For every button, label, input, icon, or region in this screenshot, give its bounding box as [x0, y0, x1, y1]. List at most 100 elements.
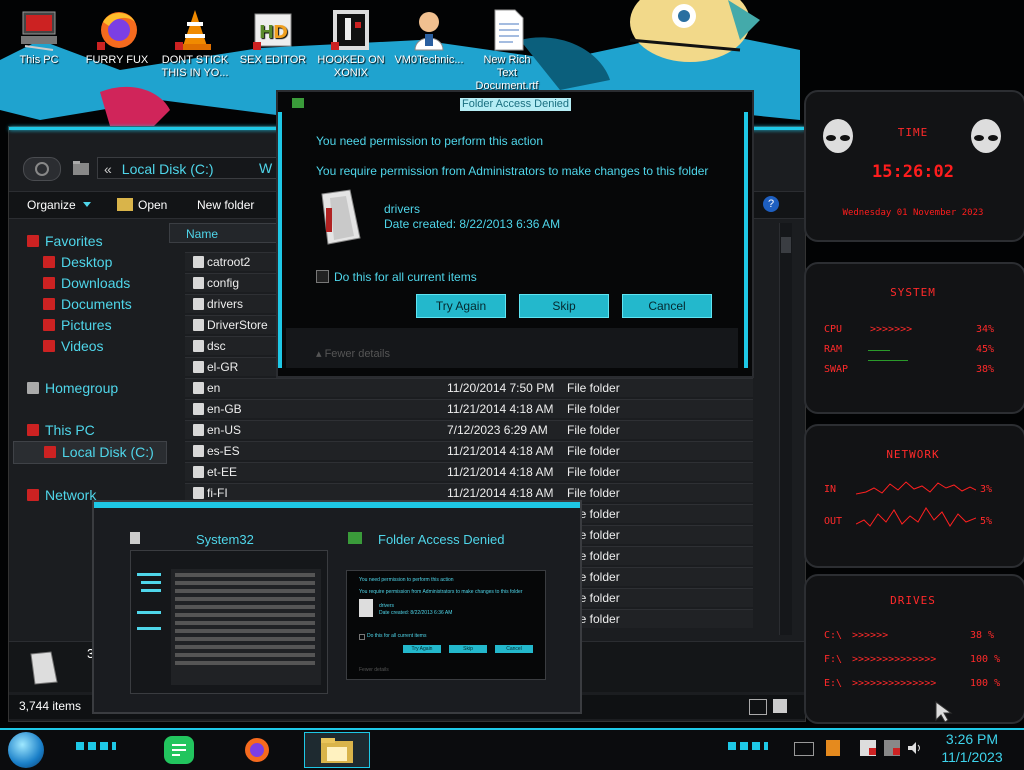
- ram-meter: [868, 350, 890, 351]
- table-row[interactable]: en 11/20/2014 7:50 PM File folder: [185, 378, 753, 397]
- desktop-icon-furry-fux[interactable]: FURRY FUX: [82, 8, 152, 67]
- folder-icon: [193, 424, 204, 436]
- drive-e-value: 100 %: [970, 678, 1001, 689]
- keyboard-icon[interactable]: [794, 742, 814, 756]
- nav-pictures[interactable]: Pictures: [27, 315, 167, 336]
- folder-icon: [71, 159, 91, 177]
- row-date: 11/21/2014 4:18 AM: [447, 465, 554, 479]
- drive-icon: [44, 446, 56, 458]
- table-row[interactable]: et-EE 11/21/2014 4:18 AM File folder: [185, 462, 753, 481]
- desktop-icon-vm0technic[interactable]: VM0Technic...: [394, 8, 464, 67]
- vertical-scrollbar[interactable]: [779, 223, 792, 635]
- nav-label: Documents: [61, 296, 132, 312]
- apply-all-label[interactable]: Do this for all current items: [334, 270, 477, 284]
- taskbar-firefox-icon[interactable]: [242, 736, 272, 764]
- status-item-count: 3,744 items: [19, 699, 82, 713]
- thumbnail-title-dialog[interactable]: Folder Access Denied: [378, 532, 504, 547]
- organize-button[interactable]: Organize: [27, 192, 76, 218]
- clock-date: 11/1/2023: [941, 749, 1003, 765]
- drive-f-value: 100 %: [970, 654, 1001, 665]
- hex-editor-icon: HD: [251, 8, 295, 52]
- mini-item-name: drivers: [379, 603, 395, 609]
- mini-checkbox-label: Do this for all current items: [367, 633, 427, 639]
- drive-e-meter: >>>>>>>>>>>>>>: [852, 678, 937, 689]
- apply-all-checkbox[interactable]: [316, 270, 329, 283]
- cancel-button[interactable]: Cancel: [622, 294, 712, 318]
- desktop-icon-label: This PC: [19, 54, 59, 66]
- app-notes-icon[interactable]: [164, 736, 194, 764]
- mini-cancel-button: Cancel: [495, 645, 533, 653]
- volume-icon[interactable]: [906, 740, 922, 756]
- nav-local-disk-selected[interactable]: Local Disk (C:): [13, 441, 167, 464]
- help-icon[interactable]: ?: [763, 196, 779, 212]
- open-button[interactable]: Open: [138, 192, 167, 218]
- large-icons-view-icon[interactable]: [773, 699, 787, 713]
- dialog-window-icon: [348, 532, 362, 544]
- desktop-icon-sex-editor[interactable]: HD SEX EDITOR: [238, 8, 308, 67]
- nav-desktop[interactable]: Desktop: [27, 252, 167, 273]
- nav-homegroup[interactable]: Homegroup: [27, 378, 167, 399]
- desktop-icon-rtf-document[interactable]: New Rich Text Document.rtf: [472, 8, 542, 93]
- row-type: File folder: [567, 444, 620, 458]
- row-name: drivers: [207, 297, 244, 311]
- net-in-label: IN: [824, 484, 837, 495]
- file-preview-icon: [29, 650, 59, 686]
- try-again-button[interactable]: Try Again: [416, 294, 506, 318]
- action-center-flag-icon[interactable]: [860, 740, 876, 756]
- gadget-clock: 15:26:02: [872, 162, 954, 182]
- gadget-date: Wednesday 01 November 2023: [842, 208, 984, 218]
- details-view-icon[interactable]: [749, 699, 767, 715]
- network-gadget-title: NETWORK: [886, 448, 940, 461]
- time-gadget: TIME 15:26:02 Wednesday 01 November 2023: [804, 90, 1024, 242]
- firefox-icon: [95, 8, 139, 52]
- dialog-item-name: drivers: [384, 202, 421, 216]
- tray-app-icon[interactable]: [826, 740, 840, 756]
- row-name: config: [207, 276, 240, 290]
- mini-file-list: [137, 569, 321, 685]
- alien-head-icon: [820, 118, 856, 154]
- taskbar-explorer-button[interactable]: [304, 732, 370, 768]
- folder-icon: [193, 256, 204, 268]
- drive-c-value: 38 %: [970, 630, 995, 641]
- desktop-icon-hooked-on-xonix[interactable]: HOOKED ON XONIX: [316, 8, 386, 80]
- folder-icon: [193, 361, 204, 373]
- nav-downloads[interactable]: Downloads: [27, 273, 167, 294]
- drive-e-label: E:\: [824, 678, 843, 689]
- net-in-value: 3%: [980, 484, 993, 495]
- dialog-title: Folder Access Denied: [460, 98, 571, 111]
- network-icon: [27, 489, 39, 501]
- taskbar-clock[interactable]: 3:26 PM 11/1/2023: [930, 730, 1014, 766]
- dialog-message-1: You need permission to perform this acti…: [316, 134, 544, 148]
- desktop-icon-this-pc[interactable]: This PC: [4, 8, 74, 67]
- chevron-down-icon[interactable]: [83, 202, 91, 207]
- nav-documents[interactable]: Documents: [27, 294, 167, 315]
- row-name: en-US: [207, 423, 242, 437]
- technician-icon: [407, 8, 451, 52]
- taskbar-accent-right: [728, 742, 768, 750]
- nav-favorites[interactable]: Favorites: [27, 231, 167, 252]
- table-row[interactable]: es-ES 11/21/2014 4:18 AM File folder: [185, 441, 753, 460]
- desktop-icon-vlc[interactable]: DONT STICK THIS IN YO...: [160, 8, 230, 80]
- table-row[interactable]: en-US 7/12/2023 6:29 AM File folder: [185, 420, 753, 439]
- thumbnail-dialog[interactable]: You need permission to perform this acti…: [346, 570, 546, 680]
- network-tray-icon[interactable]: [884, 740, 900, 756]
- new-folder-button[interactable]: New folder: [197, 192, 254, 218]
- network-gadget: NETWORK IN 3% OUT 5%: [804, 424, 1024, 568]
- mini-message-1: You need permission to perform this acti…: [359, 577, 454, 583]
- column-header-name[interactable]: Name: [169, 223, 277, 243]
- skip-button[interactable]: Skip: [519, 294, 609, 318]
- thumbnail-title-system32[interactable]: System32: [196, 532, 254, 547]
- address-segment-local-disk[interactable]: Local Disk (C:): [122, 161, 214, 177]
- row-type: File folder: [567, 381, 620, 395]
- table-row[interactable]: en-GB 11/21/2014 4:18 AM File folder: [185, 399, 753, 418]
- fewer-details-toggle[interactable]: ▴ Fewer details: [316, 347, 390, 360]
- start-button[interactable]: [8, 732, 44, 768]
- nav-this-pc[interactable]: This PC: [27, 420, 167, 441]
- row-name: en-GB: [207, 402, 242, 416]
- thumbnail-explorer[interactable]: [130, 550, 328, 694]
- desktop-icon-label: VM0Technic...: [394, 54, 464, 66]
- nav-videos[interactable]: Videos: [27, 336, 167, 357]
- nav-label: Pictures: [61, 317, 112, 333]
- back-button[interactable]: [23, 157, 61, 181]
- scrollbar-thumb[interactable]: [781, 237, 791, 253]
